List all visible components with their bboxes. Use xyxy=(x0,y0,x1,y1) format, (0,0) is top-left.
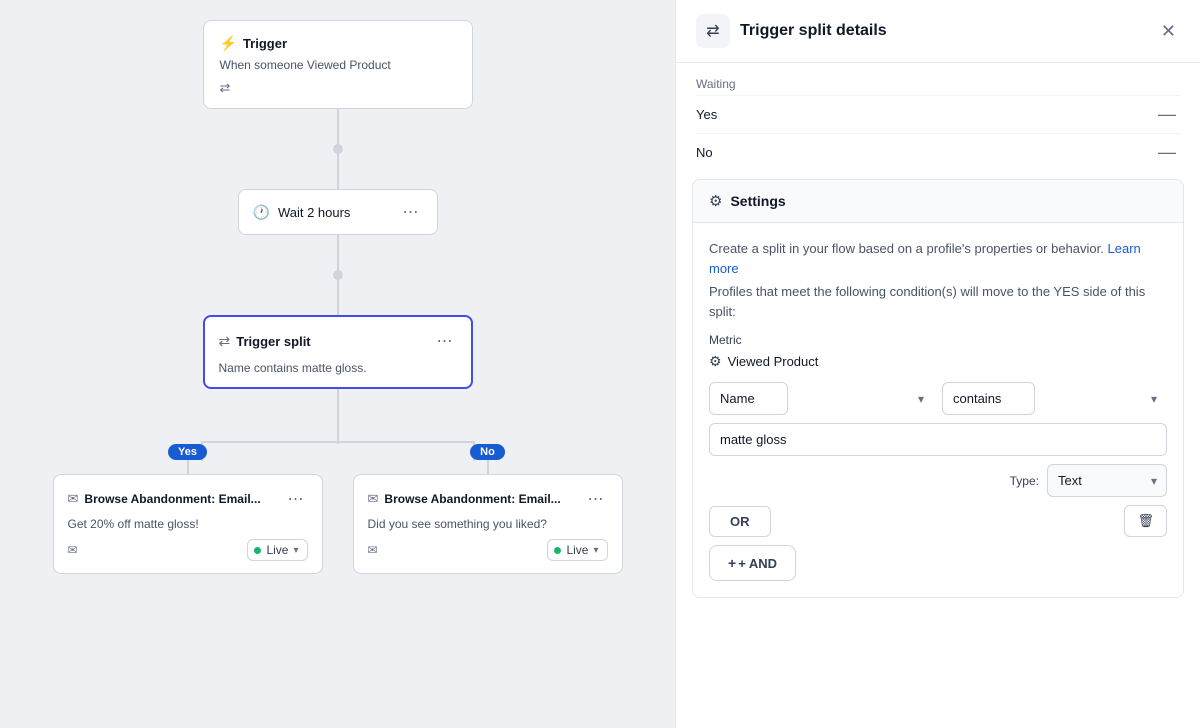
metric-label: Metric xyxy=(709,333,1167,347)
split-node-header: ⇄ Trigger split ⋯ xyxy=(219,329,457,353)
value-input[interactable] xyxy=(709,423,1167,456)
no-status-dot xyxy=(554,547,561,554)
branch-area: Yes ✉ Browse Abandonment: Email... ⋯ Get… xyxy=(38,444,638,574)
no-status-badge[interactable]: Live ▾ xyxy=(547,539,607,561)
metric-value: Viewed Product xyxy=(728,354,819,369)
trash-icon: 🗑 xyxy=(1137,513,1154,528)
waiting-section: Waiting Yes — No — xyxy=(676,63,1200,179)
trigger-node-title: Trigger xyxy=(243,36,287,51)
panel-header-icon: ⇄ xyxy=(696,14,730,48)
yes-chevron-icon: ▾ xyxy=(293,545,298,556)
flow-canvas: ⚡ Trigger When someone Viewed Product ⇄ … xyxy=(0,0,675,728)
wait-node-label: Wait 2 hours xyxy=(278,205,391,220)
wait-node[interactable]: 🕐 Wait 2 hours ⋯ xyxy=(238,189,438,235)
split-icon: ⇄ xyxy=(219,333,231,350)
yes-status-label: Live xyxy=(266,543,288,557)
no-email-more-button[interactable]: ⋯ xyxy=(584,487,608,511)
connector-4 xyxy=(337,275,339,315)
contains-field-wrapper[interactable]: contains xyxy=(942,382,1167,415)
lightning-icon: ⚡ xyxy=(220,35,237,52)
waiting-no-label: No xyxy=(696,145,713,160)
type-select[interactable]: Text xyxy=(1047,464,1167,497)
settings-desc1: Create a split in your flow based on a p… xyxy=(709,239,1167,278)
yes-email-icon-small: ✉ xyxy=(68,543,78,557)
yes-email-title: Browse Abandonment: Email... xyxy=(84,492,277,506)
clock-icon: 🕐 xyxy=(253,204,270,221)
settings-section: ⚙ Settings Create a split in your flow b… xyxy=(692,179,1184,598)
no-branch: No ✉ Browse Abandonment: Email... ⋯ Did … xyxy=(338,444,638,574)
yes-email-more-button[interactable]: ⋯ xyxy=(284,487,308,511)
no-email-body: Did you see something you liked? xyxy=(368,517,608,531)
plus-icon: + xyxy=(728,555,736,571)
type-select-wrapper[interactable]: Text xyxy=(1047,464,1167,497)
no-email-footer: ✉ Live ▾ xyxy=(368,539,608,561)
trigger-node-footer: ⇄ xyxy=(220,80,456,96)
waiting-yes-row: Yes — xyxy=(696,95,1180,133)
waiting-yes-minus[interactable]: — xyxy=(1154,104,1180,125)
panel-title: Trigger split details xyxy=(740,22,1147,40)
yes-email-footer: ✉ Live ▾ xyxy=(68,539,308,561)
yes-badge: Yes xyxy=(168,444,207,460)
or-button[interactable]: OR xyxy=(709,506,771,537)
branch-connectors xyxy=(38,389,638,444)
settings-header: ⚙ Settings xyxy=(693,180,1183,223)
name-field-wrapper[interactable]: Name xyxy=(709,382,934,415)
yes-status-badge[interactable]: Live ▾ xyxy=(247,539,307,561)
waiting-no-row: No — xyxy=(696,133,1180,171)
delete-button[interactable]: 🗑 xyxy=(1124,505,1167,537)
yes-email-header: ✉ Browse Abandonment: Email... ⋯ xyxy=(68,487,308,511)
close-button[interactable]: ✕ xyxy=(1157,17,1180,46)
trigger-node[interactable]: ⚡ Trigger When someone Viewed Product ⇄ xyxy=(203,20,473,109)
branch-v-center xyxy=(337,389,339,444)
no-chevron-icon: ▾ xyxy=(593,545,598,556)
metric-row: ⚙ Viewed Product xyxy=(709,353,1167,370)
yes-status-dot xyxy=(254,547,261,554)
connector-3 xyxy=(337,235,339,275)
no-email-header: ✉ Browse Abandonment: Email... ⋯ xyxy=(368,487,608,511)
yes-mail-icon: ✉ xyxy=(68,491,79,507)
waiting-yes-label: Yes xyxy=(696,107,717,122)
yes-v-line xyxy=(187,460,189,474)
settings-gear-icon: ⚙ xyxy=(709,192,722,210)
branch-h-line xyxy=(203,441,473,443)
and-button[interactable]: + + AND xyxy=(709,545,796,581)
panel-header: ⇄ Trigger split details ✕ xyxy=(676,0,1200,63)
connector-1 xyxy=(337,109,339,149)
flow-container: ⚡ Trigger When someone Viewed Product ⇄ … xyxy=(0,10,675,584)
or-delete-row: OR 🗑 xyxy=(709,505,1167,537)
no-v-line xyxy=(487,460,489,474)
no-badge: No xyxy=(470,444,505,460)
no-status-label: Live xyxy=(566,543,588,557)
split-node[interactable]: ⇄ Trigger split ⋯ Name contains matte gl… xyxy=(203,315,473,389)
metric-gear-icon: ⚙ xyxy=(709,353,722,370)
settings-body: Create a split in your flow based on a p… xyxy=(693,223,1183,597)
type-row: Type: Text xyxy=(709,464,1167,497)
no-email-title: Browse Abandonment: Email... xyxy=(384,492,577,506)
split-more-button[interactable]: ⋯ xyxy=(433,329,457,353)
trigger-node-header: ⚡ Trigger xyxy=(220,35,456,52)
side-panel: ⇄ Trigger split details ✕ Waiting Yes — … xyxy=(675,0,1200,728)
yes-email-body: Get 20% off matte gloss! xyxy=(68,517,308,531)
settings-desc2: Profiles that meet the following conditi… xyxy=(709,282,1167,321)
no-mail-icon: ✉ xyxy=(368,491,379,507)
no-email-icon-small: ✉ xyxy=(368,543,378,557)
waiting-label: Waiting xyxy=(696,71,1180,95)
trigger-node-subtitle: When someone Viewed Product xyxy=(220,58,456,72)
yes-email-node[interactable]: ✉ Browse Abandonment: Email... ⋯ Get 20%… xyxy=(53,474,323,574)
yes-branch: Yes ✉ Browse Abandonment: Email... ⋯ Get… xyxy=(38,444,338,574)
split-node-title: Trigger split xyxy=(236,334,426,349)
connector-2 xyxy=(337,149,339,189)
name-field-select[interactable]: Name xyxy=(709,382,788,415)
no-email-node[interactable]: ✉ Browse Abandonment: Email... ⋯ Did you… xyxy=(353,474,623,574)
wait-more-button[interactable]: ⋯ xyxy=(399,200,423,224)
split-header-icon: ⇄ xyxy=(706,21,719,41)
type-label: Type: xyxy=(1010,474,1039,488)
condition-row: Name contains xyxy=(709,382,1167,415)
contains-field-select[interactable]: contains xyxy=(942,382,1035,415)
split-condition: Name contains matte gloss. xyxy=(219,361,457,375)
settings-title: Settings xyxy=(730,193,785,209)
trigger-footer-icon: ⇄ xyxy=(220,80,231,96)
waiting-no-minus[interactable]: — xyxy=(1154,142,1180,163)
